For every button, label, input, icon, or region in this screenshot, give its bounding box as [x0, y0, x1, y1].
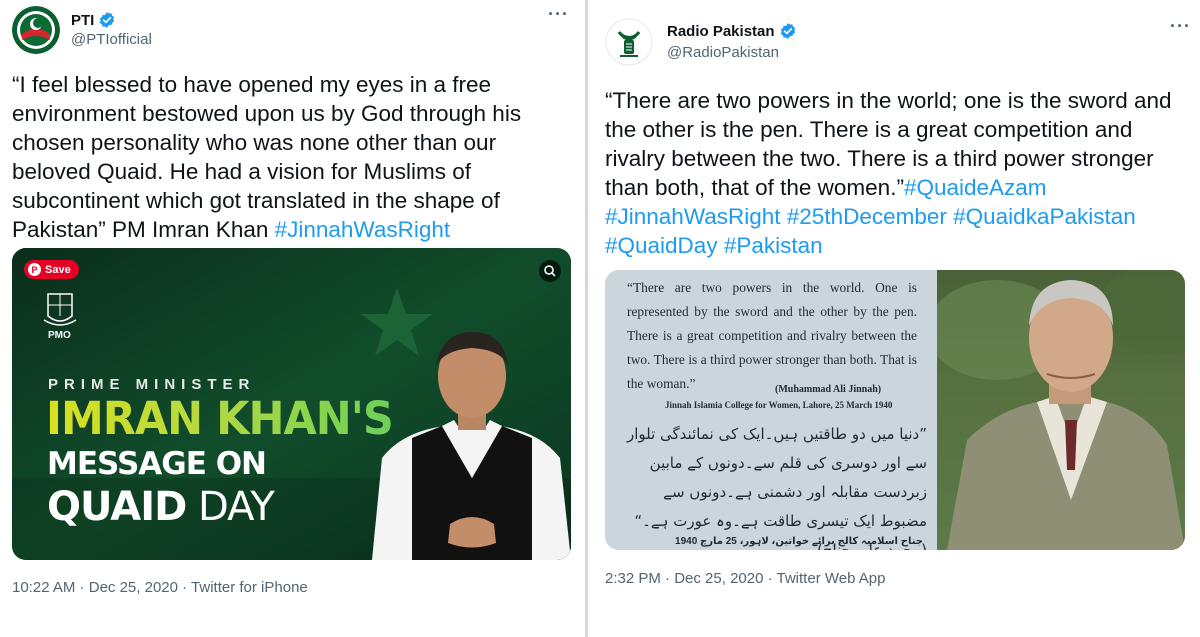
english-quote: “There are two powers in the world. One …: [627, 280, 917, 391]
hashtag-link[interactable]: #25thDecember: [787, 204, 947, 229]
account-name[interactable]: Radio Pakistan: [667, 23, 775, 40]
pmo-label: PMO: [48, 330, 71, 341]
image-headline-3: MESSAGE ON: [47, 446, 267, 482]
tweet-text: “I feel blessed to have opened my eyes i…: [12, 70, 572, 244]
hashtag-link[interactable]: #QuaidDay: [605, 233, 718, 258]
image-headline-2: IMRAN KHAN'S: [46, 392, 394, 446]
more-options-icon[interactable]: ···: [1170, 16, 1191, 37]
account-handle[interactable]: @PTIofficial: [71, 31, 152, 48]
tweet-source[interactable]: Twitter Web App: [777, 570, 886, 587]
tweet-time[interactable]: 10:22 AM: [12, 579, 75, 596]
pinterest-save-button[interactable]: P Save: [24, 260, 79, 279]
tweet-header: Radio Pakistan @RadioPakistan ···: [588, 0, 1200, 70]
more-options-icon[interactable]: ···: [548, 4, 569, 25]
tweet-pti: PTI @PTIofficial ··· “I feel blessed to …: [0, 0, 585, 637]
portrait-imran-khan: [372, 332, 571, 560]
quote-attribution: (Muhammad Ali Jinnah): [775, 384, 882, 395]
pinterest-icon: P: [28, 263, 41, 276]
pakistan-emblem-icon: [43, 288, 77, 326]
tweet-image[interactable]: “There are two powers in the world. One …: [605, 270, 1185, 550]
tweet-meta: 10:22 AM · Dec 25, 2020 · Twitter for iP…: [12, 579, 308, 596]
verified-badge-icon: [100, 12, 115, 28]
image-headline-1: PRIME MINISTER: [48, 376, 256, 393]
avatar-pti[interactable]: [12, 6, 60, 54]
tweet-meta: 2:32 PM · Dec 25, 2020 · Twitter Web App: [605, 570, 886, 587]
hashtag-link[interactable]: #JinnahWasRight: [275, 217, 451, 242]
image-headline-4: QUAID DAY: [47, 484, 275, 530]
portrait-jinnah: [937, 270, 1185, 550]
tweet-radio-pakistan: Radio Pakistan @RadioPakistan ··· “There…: [588, 0, 1200, 637]
quote-panel: “There are two powers in the world. One …: [605, 270, 937, 550]
tweet-time[interactable]: 2:32 PM: [605, 570, 661, 587]
hashtag-link[interactable]: #QuaidkaPakistan: [953, 204, 1136, 229]
tweet-date[interactable]: Dec 25, 2020: [89, 579, 178, 596]
verified-badge-icon: [780, 23, 795, 39]
tweet-header: PTI @PTIofficial ···: [0, 0, 585, 70]
tweet-image[interactable]: P Save PMO PRIME MINISTER IMRAN KHAN'S M…: [12, 248, 571, 560]
account-handle[interactable]: @RadioPakistan: [667, 44, 779, 61]
visual-search-icon[interactable]: [539, 260, 561, 282]
save-label: Save: [45, 263, 71, 276]
tweet-body: “There are two powers in the world; one …: [605, 88, 1172, 200]
hashtag-link[interactable]: #QuaideAzam: [904, 175, 1047, 200]
quote-place: Jinnah Islamia College for Women, Lahore…: [665, 400, 893, 410]
hashtag-link[interactable]: #Pakistan: [724, 233, 823, 258]
tweet-source[interactable]: Twitter for iPhone: [191, 579, 308, 596]
account-name[interactable]: PTI: [71, 12, 94, 29]
tweet-date[interactable]: Dec 25, 2020: [674, 570, 763, 587]
urdu-quote: ”دنیا میں دو طاقتیں ہیں۔ایک کی نمائندگی …: [626, 425, 927, 550]
tweet-text: “There are two powers in the world; one …: [605, 86, 1191, 260]
urdu-attribution: جناح اسلامیہ کالج برائے خواتین، لاہور، 2…: [675, 536, 923, 547]
hashtag-link[interactable]: #JinnahWasRight: [605, 204, 781, 229]
avatar-radio-pakistan[interactable]: [605, 18, 653, 66]
